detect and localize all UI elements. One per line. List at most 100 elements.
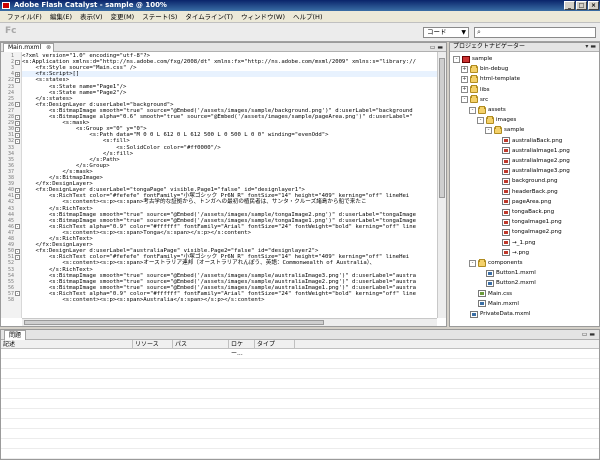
problems-row [1,439,599,449]
fold-collapse-icon[interactable]: - [15,102,20,108]
tree-item[interactable]: tongaImage2.png [493,227,562,237]
tree-item[interactable]: →.png [493,248,529,258]
image-icon [502,249,510,257]
scroll-thumb[interactable] [439,58,445,198]
tree-item[interactable]: →_1.png [493,238,535,248]
tree-item[interactable]: australiaBack.png [493,136,562,146]
menu-file[interactable]: ファイル(F) [3,11,46,23]
fold-collapse-icon[interactable]: - [15,77,20,83]
tree-item-label: tongaImage1.png [512,219,562,226]
collapse-icon[interactable]: - [477,116,484,124]
panel-minimize-icon[interactable]: ▭ ▬ [582,330,595,340]
collapse-icon[interactable]: - [485,126,492,134]
horizontal-scrollbar[interactable] [22,318,437,326]
panel-minimize-icon[interactable]: ▭ ▬ [430,43,443,52]
fold-collapse-icon[interactable]: - [15,291,20,297]
tree-item[interactable]: Button2.mxml [477,278,536,288]
collapse-icon[interactable]: - [469,106,476,114]
fold-collapse-icon[interactable]: - [15,224,20,230]
tree-item-label: australiaImage2.png [512,158,570,164]
tree-item-label: pageArea.png [512,198,552,205]
column-path[interactable]: パス [173,340,229,349]
search-input[interactable] [485,28,593,37]
expand-icon[interactable]: + [461,65,468,73]
column-resource[interactable]: リソース [133,340,173,349]
fold-collapse-icon[interactable]: - [15,132,20,138]
fold-collapse-icon[interactable]: - [15,114,20,120]
tree-item-label: libs [480,86,490,93]
problems-tabstrip: 問題 ▭ ▬ [1,330,599,340]
fold-collapse-icon[interactable]: - [15,59,20,65]
tree-item[interactable]: - sample [453,54,492,64]
tab-problems[interactable]: 問題 [4,330,27,340]
menu-state[interactable]: ステート(S) [138,11,181,23]
close-button[interactable]: × [588,1,599,10]
tree-item[interactable]: Button1.mxml [477,268,536,278]
collapse-icon[interactable]: - [461,96,468,104]
fold-collapse-icon[interactable]: - [15,248,20,254]
tree-item[interactable]: PrivateData.mxml [461,309,530,319]
minimize-button[interactable]: _ [564,1,575,10]
tree-item[interactable]: headerBack.png [493,187,558,197]
image-icon [502,137,510,145]
fold-collapse-icon[interactable]: - [15,120,20,126]
mxml-icon [486,269,494,277]
collapse-icon[interactable]: - [453,55,460,63]
tree-item-label: australiaImage3.png [512,168,570,175]
menu-view[interactable]: 表示(V) [76,11,107,23]
tree-item[interactable]: tongaBack.png [493,207,554,217]
tree-item[interactable]: - images [477,115,516,125]
tree-item[interactable]: + bin-debug [461,64,508,74]
tree-item[interactable]: background.png [493,176,558,186]
collapse-icon[interactable]: - [469,259,476,267]
tree-item[interactable]: australiaImage1.png [493,146,570,156]
tree-item[interactable]: + html-template [461,74,520,84]
maximize-button[interactable]: □ [576,1,587,10]
search-box[interactable]: ⌕ [474,27,596,38]
vertical-scrollbar[interactable] [437,52,446,318]
tree-item[interactable]: Main.css [469,289,512,299]
fc-logo: Fc [5,26,17,36]
tree-item[interactable]: australiaImage2.png [493,156,570,166]
menu-timeline[interactable]: タイムライン(T) [181,11,237,23]
workspace-mode-select[interactable]: コード ▼ [423,27,469,38]
column-location[interactable]: ロケー... [229,340,255,357]
close-tab-icon[interactable]: ⊗ [46,44,51,52]
tree-item[interactable]: - assets [469,105,506,115]
problems-panel: 問題 ▭ ▬ 記述 リソース パス ロケー... タイプ [0,329,600,460]
tree-item[interactable]: - sample [485,125,524,135]
fold-collapse-icon[interactable]: - [15,138,20,144]
fold-expand-icon[interactable]: + [15,71,20,77]
tree-item[interactable]: Main.mxml [469,299,519,309]
problems-row [1,349,599,359]
tree-item-label: src [480,96,489,103]
menu-help[interactable]: ヘルプ(H) [289,11,326,23]
tree-item[interactable]: + libs [461,85,490,95]
problems-row [1,379,599,389]
tree-item[interactable]: tongaImage1.png [493,217,562,227]
column-description[interactable]: 記述 [1,340,133,349]
image-icon [502,218,510,226]
menu-window[interactable]: ウィンドウ(W) [237,11,289,23]
scroll-thumb[interactable] [24,320,324,325]
code-line[interactable]: <fx:Script>[] [22,71,438,78]
fold-collapse-icon[interactable]: - [15,126,20,132]
column-type[interactable]: タイプ [255,340,295,349]
fold-collapse-icon[interactable]: - [15,187,20,193]
expand-icon[interactable]: + [461,86,468,94]
code-area[interactable]: <?xml version="1.0" encoding="utf-8"?> <s… [22,52,438,318]
panel-menu-icon[interactable]: ▾ ▬ [585,43,596,51]
tree-item[interactable]: - components [469,258,523,268]
tab-main-mxml[interactable]: Main.mxml ⊗ [3,43,55,52]
fold-collapse-icon[interactable]: - [15,193,20,199]
code-line[interactable]: <s:content><s:p><s:span>Australia</s:spa… [22,297,264,303]
tree-item[interactable]: pageArea.png [493,197,551,207]
menu-modify[interactable]: 変更(M) [107,11,139,23]
tree-item[interactable]: australiaImage3.png [493,166,570,176]
menu-edit[interactable]: 編集(E) [46,11,76,23]
tree-item[interactable]: - src [461,95,488,105]
fold-collapse-icon[interactable]: - [15,254,20,260]
expand-icon[interactable]: + [461,75,468,83]
